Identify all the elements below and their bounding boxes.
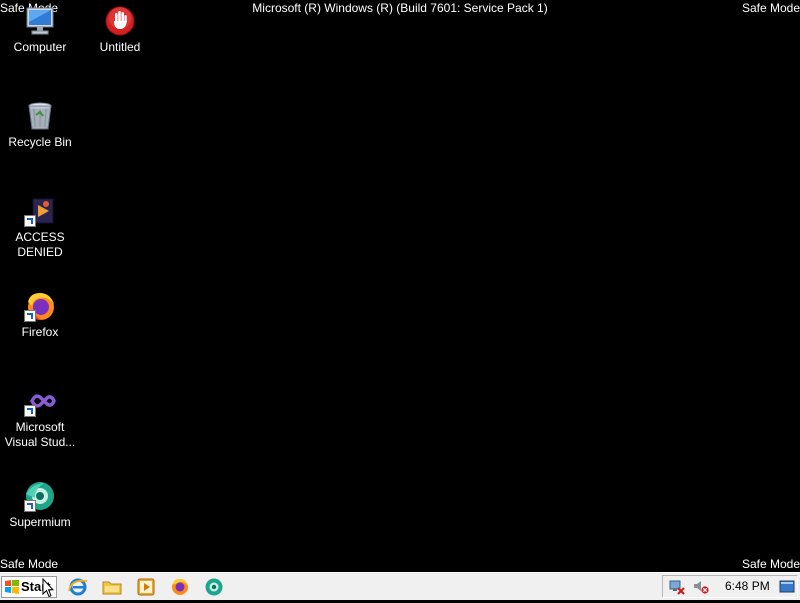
safe-mode-label-bottom-left: Safe Mode [0,557,59,571]
supermium-icon[interactable] [204,577,224,597]
media-shortcut-icon [24,195,56,227]
desktop-icon-label: Untitled [99,40,141,54]
supermium-icon [24,480,56,512]
internet-explorer-icon[interactable] [68,577,88,597]
stop-hand-icon [104,5,136,37]
desktop-icon-visual-studio[interactable]: Microsoft Visual Stud... [0,385,80,450]
desktop-icon-firefox[interactable]: Firefox [0,290,80,340]
desktop-icon-recycle-bin[interactable]: Recycle Bin [0,100,80,150]
clock[interactable]: 6:48 PM [725,576,770,597]
show-desktop-icon[interactable] [779,579,795,595]
shortcut-arrow-icon [24,500,36,512]
safe-mode-label-bottom-right: Safe Mode [741,557,800,571]
network-disconnected-icon[interactable] [669,579,685,595]
desktop-icon-untitled[interactable]: Untitled [80,5,160,55]
safe-mode-label-top-right: Safe Mode [741,1,800,15]
recycle-bin-icon [24,100,56,132]
file-explorer-icon[interactable] [102,577,122,597]
desktop-icon-supermium[interactable]: Supermium [0,480,80,530]
desktop-icon-label: Firefox [21,325,59,339]
mouse-cursor-icon [42,577,55,598]
desktop-icon-computer[interactable]: Computer [0,5,80,55]
desktop-icon-label: Recycle Bin [8,135,72,149]
desktop-icon-label: Computer [13,40,67,54]
windows-flag-icon [5,579,19,594]
volume-muted-icon[interactable] [693,579,709,595]
desktop-icon-label: ACCESS DENIED [15,230,65,259]
desktop-icon-label: Supermium [9,515,71,529]
shortcut-arrow-icon [24,405,36,417]
desktop[interactable]: Safe Mode Microsoft (R) Windows (R) (Bui… [0,0,800,572]
visual-studio-icon [24,385,56,417]
shortcut-arrow-icon [24,215,36,227]
media-player-icon[interactable] [136,577,156,597]
taskbar: Start 6:48 PM [0,572,800,600]
desktop-icon-label: Microsoft Visual Stud... [4,420,76,449]
shortcut-arrow-icon [24,310,36,322]
desktop-icon-access-denied[interactable]: ACCESS DENIED [0,195,80,260]
firefox-icon [24,290,56,322]
computer-icon [24,5,56,37]
firefox-icon[interactable] [170,577,190,597]
system-tray: 6:48 PM [662,575,798,598]
